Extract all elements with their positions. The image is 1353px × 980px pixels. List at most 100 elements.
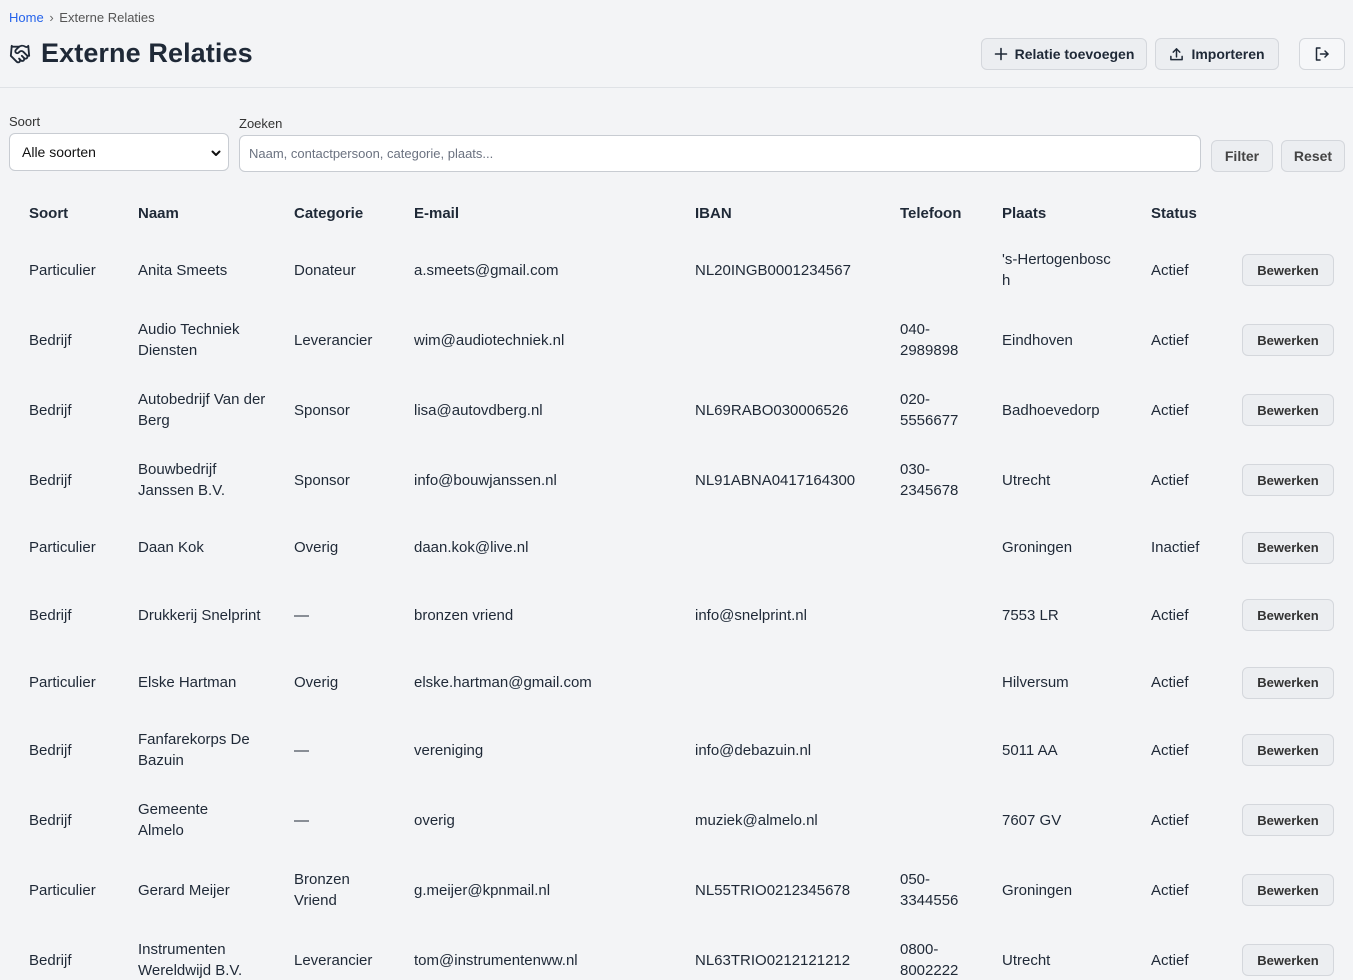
reset-button[interactable]: Reset — [1281, 140, 1345, 172]
import-button[interactable]: Importeren — [1155, 38, 1279, 70]
cell-soort: Particulier — [29, 539, 96, 556]
upload-icon — [1169, 47, 1184, 62]
edit-button[interactable]: Bewerken — [1242, 804, 1334, 836]
cell-soort: Bedrijf — [29, 401, 72, 419]
cell-email: overig — [414, 811, 455, 829]
table-header-row: Soort Naam Categorie E-mail IBAN Telefoo… — [9, 192, 1334, 235]
column-header-actions — [1222, 192, 1334, 235]
column-header-iban[interactable]: IBAN — [675, 192, 880, 235]
cell-naam: Anita Smeets — [138, 261, 228, 279]
edit-button[interactable]: Bewerken — [1242, 254, 1334, 286]
cell-status: Actief — [1151, 881, 1189, 899]
add-relation-button[interactable]: Relatie toevoegen — [981, 38, 1147, 70]
cell-actions: Bewerken — [1222, 375, 1334, 445]
cell-actions: Bewerken — [1222, 235, 1334, 305]
cell-telefoon: 020-5556677 — [880, 375, 982, 445]
page-header: Externe Relaties — [9, 38, 253, 69]
search-input[interactable] — [239, 135, 1201, 172]
cell-soort: Bedrijf — [29, 741, 72, 759]
cell-email: lisa@autovdberg.nl — [414, 401, 543, 419]
cell-naam-text: Gemeente Almelo — [138, 801, 209, 839]
column-header-email[interactable]: E-mail — [394, 192, 675, 235]
breadcrumb-home-link[interactable]: Home — [9, 10, 44, 25]
cell-categorie: Overig — [294, 539, 339, 556]
edit-button[interactable]: Bewerken — [1242, 874, 1334, 906]
cell-plaats: Utrecht — [1002, 951, 1051, 969]
cell-telefoon: 030-2345678 — [880, 445, 982, 515]
cell-email: wim@audiotechniek.nl — [414, 331, 565, 349]
cell-naam: Drukkerij Snelprint — [138, 606, 261, 624]
column-header-categorie[interactable]: Categorie — [274, 192, 394, 235]
cell-telefoon-text: 020-5556677 — [900, 391, 959, 429]
cell-telefoon — [880, 650, 982, 715]
cell-categorie: Leverancier — [294, 951, 373, 969]
cell-actions: Bewerken — [1222, 855, 1334, 925]
edit-button[interactable]: Bewerken — [1242, 324, 1334, 356]
cell-plaats: 's-Hertogenbosch — [982, 235, 1131, 305]
table-row: Bedrijf Drukkerij Snelprint — bronzen vr… — [9, 580, 1334, 650]
column-header-telefoon[interactable]: Telefoon — [880, 192, 982, 235]
edit-button[interactable]: Bewerken — [1242, 599, 1334, 631]
cell-iban: info@debazuin.nl — [695, 741, 812, 759]
cell-actions: Bewerken — [1222, 305, 1334, 375]
column-header-plaats[interactable]: Plaats — [982, 192, 1131, 235]
edit-button[interactable]: Bewerken — [1242, 734, 1334, 766]
cell-telefoon — [880, 580, 982, 650]
cell-plaats: Groningen — [1002, 881, 1073, 899]
column-header-status[interactable]: Status — [1131, 192, 1222, 235]
cell-actions: Bewerken — [1222, 580, 1334, 650]
cell-email: g.meijer@kpnmail.nl — [414, 881, 551, 899]
handshake-icon — [9, 43, 31, 65]
cell-categorie: — — [294, 606, 309, 624]
cell-telefoon-text: 030-2345678 — [900, 461, 959, 499]
cell-email: daan.kok@live.nl — [414, 539, 529, 556]
cell-naam: Bouwbedrijf Janssen B.V. — [138, 461, 226, 499]
edit-button[interactable]: Bewerken — [1242, 394, 1334, 426]
cell-actions: Bewerken — [1222, 445, 1334, 515]
cell-email: vereniging — [414, 741, 484, 759]
cell-email: tom@instrumentenww.nl — [414, 951, 578, 969]
cell-iban: muziek@almelo.nl — [695, 811, 818, 829]
edit-button[interactable]: Bewerken — [1242, 464, 1334, 496]
cell-iban: NL63TRIO0212121212 — [695, 951, 851, 969]
cell-telefoon: 040-2989898 — [880, 305, 982, 375]
cell-telefoon — [880, 235, 982, 305]
column-header-naam[interactable]: Naam — [118, 192, 274, 235]
cell-soort: Particulier — [29, 881, 96, 899]
cell-status: Actief — [1151, 811, 1189, 829]
table-row: Bedrijf Audio Techniek Diensten Leveranc… — [9, 305, 1334, 375]
table-row: Bedrijf Bouwbedrijf Janssen B.V. Sponsor… — [9, 445, 1334, 515]
table-row: Particulier Elske Hartman Overig elske.h… — [9, 650, 1334, 715]
soort-select[interactable]: Alle soorten — [9, 133, 229, 171]
header-divider — [0, 87, 1353, 88]
cell-status: Actief — [1151, 741, 1189, 759]
cell-telefoon-text: 040-2989898 — [900, 321, 959, 359]
logout-button[interactable] — [1299, 38, 1345, 70]
table-row: Bedrijf Fanfarekorps De Bazuin — verenig… — [9, 715, 1334, 785]
cell-email: a.smeets@gmail.com — [414, 261, 559, 279]
cell-status: Actief — [1151, 261, 1189, 279]
chevron-down-icon — [209, 146, 223, 163]
filter-button[interactable]: Filter — [1211, 140, 1273, 172]
cell-email: bronzen vriend — [414, 606, 514, 624]
cell-categorie: Sponsor — [294, 471, 350, 489]
edit-button[interactable]: Bewerken — [1242, 531, 1334, 564]
cell-iban: NL55TRIO0212345678 — [695, 881, 851, 899]
cell-categorie: Sponsor — [294, 401, 350, 419]
cell-categorie: — — [294, 811, 309, 829]
cell-status: Actief — [1151, 674, 1189, 691]
column-header-soort[interactable]: Soort — [9, 192, 118, 235]
breadcrumb: Home › Externe Relaties — [9, 10, 155, 25]
add-relation-label: Relatie toevoegen — [1014, 46, 1135, 62]
plus-icon — [994, 47, 1008, 61]
cell-soort: Bedrijf — [29, 331, 72, 349]
cell-naam: Autobedrijf Van der Berg — [138, 391, 266, 429]
edit-button[interactable]: Bewerken — [1242, 666, 1334, 699]
cell-actions: Bewerken — [1222, 715, 1334, 785]
edit-button[interactable]: Bewerken — [1242, 944, 1334, 976]
cell-status: Actief — [1151, 951, 1189, 969]
cell-telefoon — [880, 715, 982, 785]
cell-soort: Bedrijf — [29, 471, 72, 489]
cell-plaats: 7607 GV — [1002, 811, 1062, 829]
cell-plaats: Eindhoven — [1002, 331, 1073, 349]
